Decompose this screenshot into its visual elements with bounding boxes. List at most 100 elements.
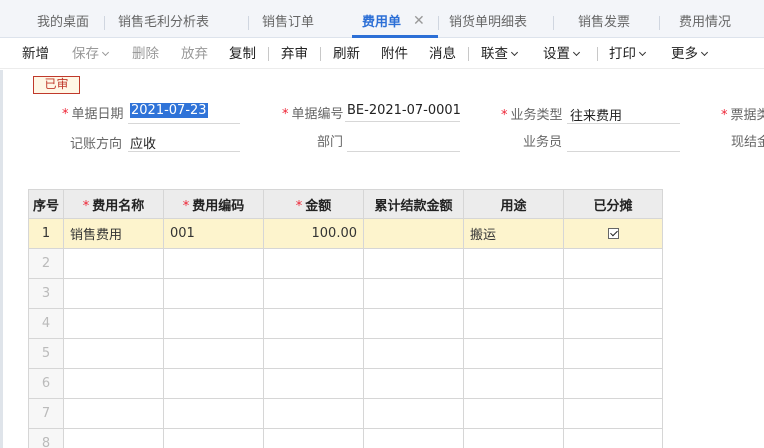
cell-allocated[interactable]	[563, 308, 663, 339]
cell-fee-code[interactable]	[163, 308, 264, 339]
tab-expense-status[interactable]: 费用情况	[679, 0, 731, 38]
tab-sales-order[interactable]: 销售订单	[262, 0, 314, 38]
tab-sales-detail[interactable]: 销货单明细表	[449, 0, 527, 38]
cell-fee-code[interactable]	[163, 368, 264, 399]
cell-amount[interactable]	[263, 338, 364, 369]
message-button[interactable]: 消息	[429, 38, 456, 69]
cell-fee-code[interactable]	[163, 248, 264, 279]
cell-fee-name[interactable]	[63, 278, 164, 309]
cell-usage[interactable]	[463, 338, 564, 369]
cell-allocated[interactable]	[563, 398, 663, 429]
refresh-button[interactable]: 刷新	[333, 38, 360, 69]
cell-settled-amount[interactable]	[363, 428, 464, 448]
invoice-type-label-text: 票据类	[730, 108, 764, 123]
tab-my-desktop[interactable]: 我的桌面	[37, 0, 89, 38]
cell-settled-amount[interactable]	[363, 278, 464, 309]
delete-button[interactable]: 删除	[132, 38, 159, 69]
col-header-fee-name[interactable]: * 费用名称	[63, 189, 164, 219]
cell-fee-name[interactable]: 销售费用	[63, 218, 164, 249]
cell-settled-amount[interactable]	[363, 398, 464, 429]
cell-allocated[interactable]	[563, 368, 663, 399]
cell-usage[interactable]	[463, 428, 564, 448]
table-row[interactable]: 5	[28, 338, 663, 369]
cell-allocated[interactable]	[563, 218, 663, 249]
cell-allocated[interactable]	[563, 248, 663, 279]
cell-fee-name[interactable]	[63, 308, 164, 339]
required-marker: *	[62, 107, 69, 122]
cell-usage[interactable]	[463, 248, 564, 279]
doc-no-field[interactable]: BE-2021-07-0001	[347, 103, 461, 118]
cell-fee-code[interactable]	[163, 278, 264, 309]
cell-fee-code[interactable]: 001	[163, 218, 264, 249]
cell-fee-name[interactable]	[63, 338, 164, 369]
link-query-button[interactable]: 联查	[481, 38, 519, 69]
attachment-button[interactable]: 附件	[381, 38, 408, 69]
cell-usage[interactable]	[463, 278, 564, 309]
col-header-fee-name-text: 费用名称	[92, 198, 145, 214]
col-header-settled-amount[interactable]: 累计结款金额	[363, 189, 464, 219]
unaudit-button[interactable]: 弃审	[281, 38, 308, 69]
table-row[interactable]: 1 销售费用 001 100.00 搬运	[28, 218, 663, 249]
save-button[interactable]: 保存	[72, 38, 110, 69]
tab-sales-invoice[interactable]: 销售发票	[578, 0, 630, 38]
col-header-usage[interactable]: 用途	[463, 189, 564, 219]
cell-settled-amount[interactable]	[363, 368, 464, 399]
col-header-allocated[interactable]: 已分摊	[563, 189, 663, 219]
cell-usage[interactable]	[463, 308, 564, 339]
cell-allocated[interactable]	[563, 428, 663, 448]
cell-usage[interactable]	[463, 368, 564, 399]
cell-fee-name[interactable]	[63, 248, 164, 279]
salesman-underline	[567, 151, 680, 152]
expense-detail-grid: 序号 * 费用名称 * 费用编码 * 金额 累计结款金额 用途 已分摊 1 销售费用 …	[28, 189, 663, 448]
cell-amount[interactable]: 100.00	[263, 218, 364, 249]
required-marker: *	[721, 108, 728, 123]
copy-button[interactable]: 复制	[229, 38, 256, 69]
biz-type-field[interactable]: 往来费用	[570, 105, 622, 124]
table-row[interactable]: 3	[28, 278, 663, 309]
cell-settled-amount[interactable]	[363, 338, 464, 369]
tab-bar: 我的桌面 销售毛利分析表 销售订单 费用单 ✕ 销货单明细表 销售发票 费用情况	[0, 0, 764, 38]
cell-settled-amount[interactable]	[363, 218, 464, 249]
cell-settled-amount[interactable]	[363, 248, 464, 279]
col-header-fee-code[interactable]: * 费用编码	[163, 189, 264, 219]
table-row[interactable]: 6	[28, 368, 663, 399]
allocated-checkbox[interactable]	[607, 228, 619, 239]
cell-settled-amount[interactable]	[363, 308, 464, 339]
cell-amount[interactable]	[263, 368, 364, 399]
cell-amount[interactable]	[263, 278, 364, 309]
col-header-amount[interactable]: * 金额	[263, 189, 364, 219]
settings-button[interactable]: 设置	[543, 38, 581, 69]
cell-fee-name[interactable]	[63, 428, 164, 448]
cell-amount[interactable]	[263, 248, 364, 279]
col-header-seq[interactable]: 序号	[28, 189, 64, 219]
cell-usage[interactable]: 搬运	[463, 218, 564, 249]
doc-date-field[interactable]: 2021-07-23	[130, 103, 208, 118]
cell-amount[interactable]	[263, 428, 364, 448]
print-button[interactable]: 打印	[609, 38, 647, 69]
table-row[interactable]: 7	[28, 398, 663, 429]
required-marker: *	[501, 108, 508, 123]
doc-date-label-text: 单据日期	[71, 107, 124, 122]
cell-fee-name[interactable]	[63, 398, 164, 429]
tab-sales-gross-profit[interactable]: 销售毛利分析表	[118, 0, 209, 38]
row-number: 3	[28, 278, 64, 309]
table-row[interactable]: 8	[28, 428, 663, 448]
table-row[interactable]: 2	[28, 248, 663, 279]
close-icon[interactable]: ✕	[413, 13, 425, 29]
cell-fee-name[interactable]	[63, 368, 164, 399]
table-row[interactable]: 4	[28, 308, 663, 339]
tab-expense-voucher[interactable]: 费用单	[362, 0, 401, 38]
account-dir-field[interactable]: 应收	[130, 133, 156, 152]
cell-fee-code[interactable]	[163, 398, 264, 429]
cell-allocated[interactable]	[563, 278, 663, 309]
cell-fee-code[interactable]	[163, 338, 264, 369]
discard-button[interactable]: 放弃	[181, 38, 208, 69]
cell-usage[interactable]	[463, 398, 564, 429]
more-button[interactable]: 更多	[671, 38, 709, 69]
cell-allocated[interactable]	[563, 338, 663, 369]
add-button[interactable]: 新增	[22, 38, 49, 69]
cell-amount[interactable]	[263, 308, 364, 339]
cell-amount[interactable]	[263, 398, 364, 429]
cell-fee-code[interactable]	[163, 428, 264, 448]
chevron-down-icon	[572, 48, 581, 57]
